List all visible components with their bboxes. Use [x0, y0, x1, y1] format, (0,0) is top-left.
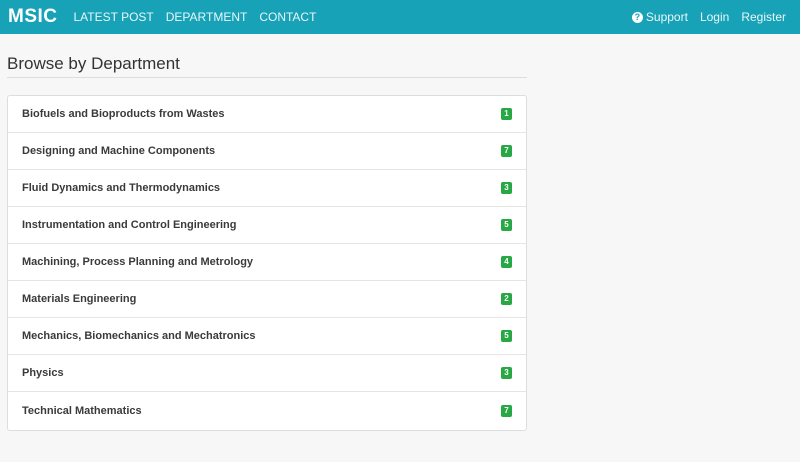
login-link[interactable]: Login	[700, 10, 729, 24]
count-badge: 5	[501, 219, 512, 231]
navbar-right: ? Support Login Register	[626, 10, 792, 24]
department-name: Designing and Machine Components	[22, 145, 216, 157]
department-item-designing[interactable]: Designing and Machine Components 7	[8, 133, 526, 170]
count-badge: 7	[501, 145, 512, 157]
nav-latest-post[interactable]: LATEST POST	[74, 10, 154, 24]
count-badge: 5	[501, 330, 512, 342]
support-link[interactable]: ? Support	[631, 10, 688, 24]
department-item-physics[interactable]: Physics 3	[8, 355, 526, 392]
question-circle-icon: ?	[631, 11, 643, 23]
count-badge: 3	[501, 367, 512, 379]
register-link[interactable]: Register	[741, 10, 786, 24]
department-item-technical-mathematics[interactable]: Technical Mathematics 7	[8, 392, 526, 430]
department-name: Technical Mathematics	[22, 405, 142, 417]
navbar-left: MSIC LATEST POST DEPARTMENT CONTACT	[8, 6, 322, 28]
department-name: Machining, Process Planning and Metrolog…	[22, 256, 254, 268]
page-title: Browse by Department	[7, 54, 527, 78]
brand-logo[interactable]: MSIC	[8, 6, 58, 28]
department-item-fluid-dynamics[interactable]: Fluid Dynamics and Thermodynamics 3	[8, 170, 526, 207]
department-item-materials[interactable]: Materials Engineering 2	[8, 281, 526, 318]
department-item-mechanics[interactable]: Mechanics, Biomechanics and Mechatronics…	[8, 318, 526, 355]
count-badge: 1	[501, 108, 512, 120]
department-item-instrumentation[interactable]: Instrumentation and Control Engineering …	[8, 207, 526, 244]
nav-contact[interactable]: CONTACT	[259, 10, 316, 24]
count-badge: 2	[501, 293, 512, 305]
department-item-machining[interactable]: Machining, Process Planning and Metrolog…	[8, 244, 526, 281]
count-badge: 4	[501, 256, 512, 268]
department-name: Instrumentation and Control Engineering	[22, 219, 237, 231]
nav-department[interactable]: DEPARTMENT	[166, 10, 248, 24]
count-badge: 7	[501, 405, 512, 417]
department-name: Fluid Dynamics and Thermodynamics	[22, 182, 221, 194]
main-content: Browse by Department Biofuels and Biopro…	[0, 54, 800, 431]
top-navbar: MSIC LATEST POST DEPARTMENT CONTACT ? Su…	[0, 0, 800, 34]
department-name: Physics	[22, 367, 64, 379]
department-name: Materials Engineering	[22, 293, 137, 305]
department-list: Biofuels and Bioproducts from Wastes 1 D…	[7, 95, 527, 431]
department-item-biofuels[interactable]: Biofuels and Bioproducts from Wastes 1	[8, 96, 526, 133]
department-name: Mechanics, Biomechanics and Mechatronics	[22, 330, 256, 342]
department-name: Biofuels and Bioproducts from Wastes	[22, 108, 225, 120]
support-label: Support	[645, 10, 688, 24]
count-badge: 3	[501, 182, 512, 194]
